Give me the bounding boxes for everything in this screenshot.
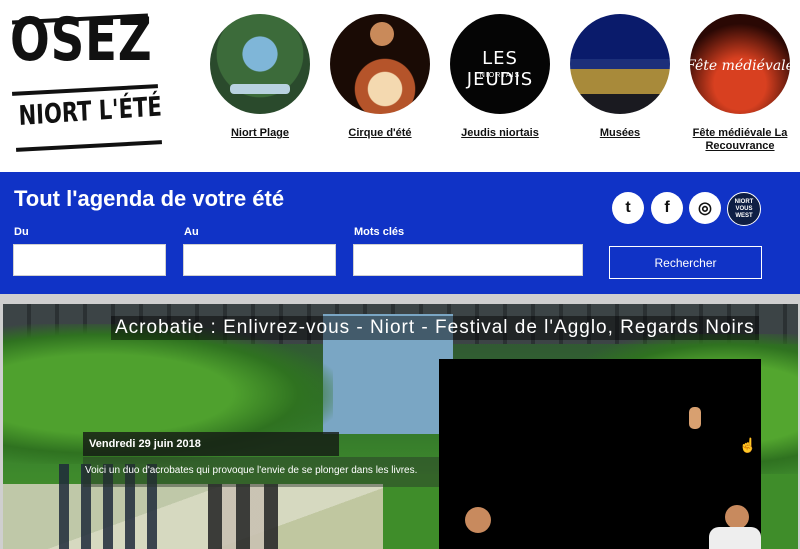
facebook-icon[interactable]: f (651, 192, 683, 224)
site-header: OSEZ NIORT L'ÉTÉ Niort Plage Cirque d'ét… (0, 0, 800, 170)
pedestrians-group (208, 484, 278, 549)
nav-label[interactable]: Niort Plage (205, 127, 315, 140)
from-date-input[interactable] (13, 244, 166, 276)
keywords-input[interactable] (353, 244, 583, 276)
event-description: Voici un duo d'acrobates qui provoque l'… (83, 457, 439, 487)
nav-item-musees[interactable]: Musées (565, 14, 675, 140)
jeudis-image[interactable]: LES JEUDIS NIORTAIS (450, 14, 550, 114)
search-button[interactable]: Rechercher (609, 246, 762, 279)
event-video[interactable]: ☝ (439, 359, 761, 549)
acrobat-right (725, 505, 749, 529)
keywords-label: Mots clés (354, 226, 405, 238)
nav-label[interactable]: Cirque d'été (325, 127, 435, 140)
juggled-object (689, 407, 701, 429)
pointer-cursor-icon: ☝ (739, 437, 757, 453)
nav-label[interactable]: Fête médiévale La Recouvrance (685, 127, 795, 153)
acrobat-right-body (709, 527, 761, 549)
event-title[interactable]: Acrobatie : Enlivrez-vous - Niort - Fest… (111, 316, 759, 340)
niort-logo-icon[interactable]: NIORT VOUS WEST (727, 192, 761, 226)
featured-event: Acrobatie : Enlivrez-vous - Niort - Fest… (0, 294, 800, 549)
logo-line2: NIORT L'ÉTÉ (17, 91, 163, 132)
logo-line1: OSEZ (10, 5, 153, 75)
to-label: Au (184, 226, 199, 238)
to-date-input[interactable] (183, 244, 336, 276)
nav-label[interactable]: Musées (565, 127, 675, 140)
nav-item-jeudis[interactable]: LES JEUDIS NIORTAIS Jeudis niortais (445, 14, 555, 140)
nav-item-niort-plage[interactable]: Niort Plage (205, 14, 315, 140)
niort-logo-sub: VOUS WEST (735, 205, 753, 219)
jeudis-circle-title: LES JEUDIS (466, 48, 534, 90)
logo-bar (15, 140, 163, 152)
niort-logo-text: NIORT (734, 198, 754, 205)
nav-item-cirque[interactable]: Cirque d'été (325, 14, 435, 140)
musees-image[interactable] (570, 14, 670, 114)
agenda-title: Tout l'agenda de votre été (14, 186, 285, 211)
cirque-image[interactable] (330, 14, 430, 114)
agenda-search-band: Tout l'agenda de votre été Du Au Mots cl… (0, 172, 800, 294)
event-date: Vendredi 29 juin 2018 (83, 432, 339, 456)
fete-circle-title: Fête médiévale (690, 58, 790, 74)
fete-medievale-image[interactable]: Fête médiévale (690, 14, 790, 114)
nav-label[interactable]: Jeudis niortais (445, 127, 555, 140)
twitter-icon[interactable]: t (612, 192, 644, 224)
niort-plage-image[interactable] (210, 14, 310, 114)
osez-niort-logo[interactable]: OSEZ NIORT L'ÉTÉ (8, 4, 162, 152)
nav-item-fete-medievale[interactable]: Fête médiévale Fête médiévale La Recouvr… (685, 14, 795, 153)
instagram-icon[interactable]: ◎ (689, 192, 721, 224)
acrobat-left (465, 507, 491, 533)
jeudis-circle-sub: NIORTAIS (479, 72, 521, 79)
event-photo[interactable]: Acrobatie : Enlivrez-vous - Niort - Fest… (3, 304, 798, 549)
from-label: Du (14, 226, 29, 238)
